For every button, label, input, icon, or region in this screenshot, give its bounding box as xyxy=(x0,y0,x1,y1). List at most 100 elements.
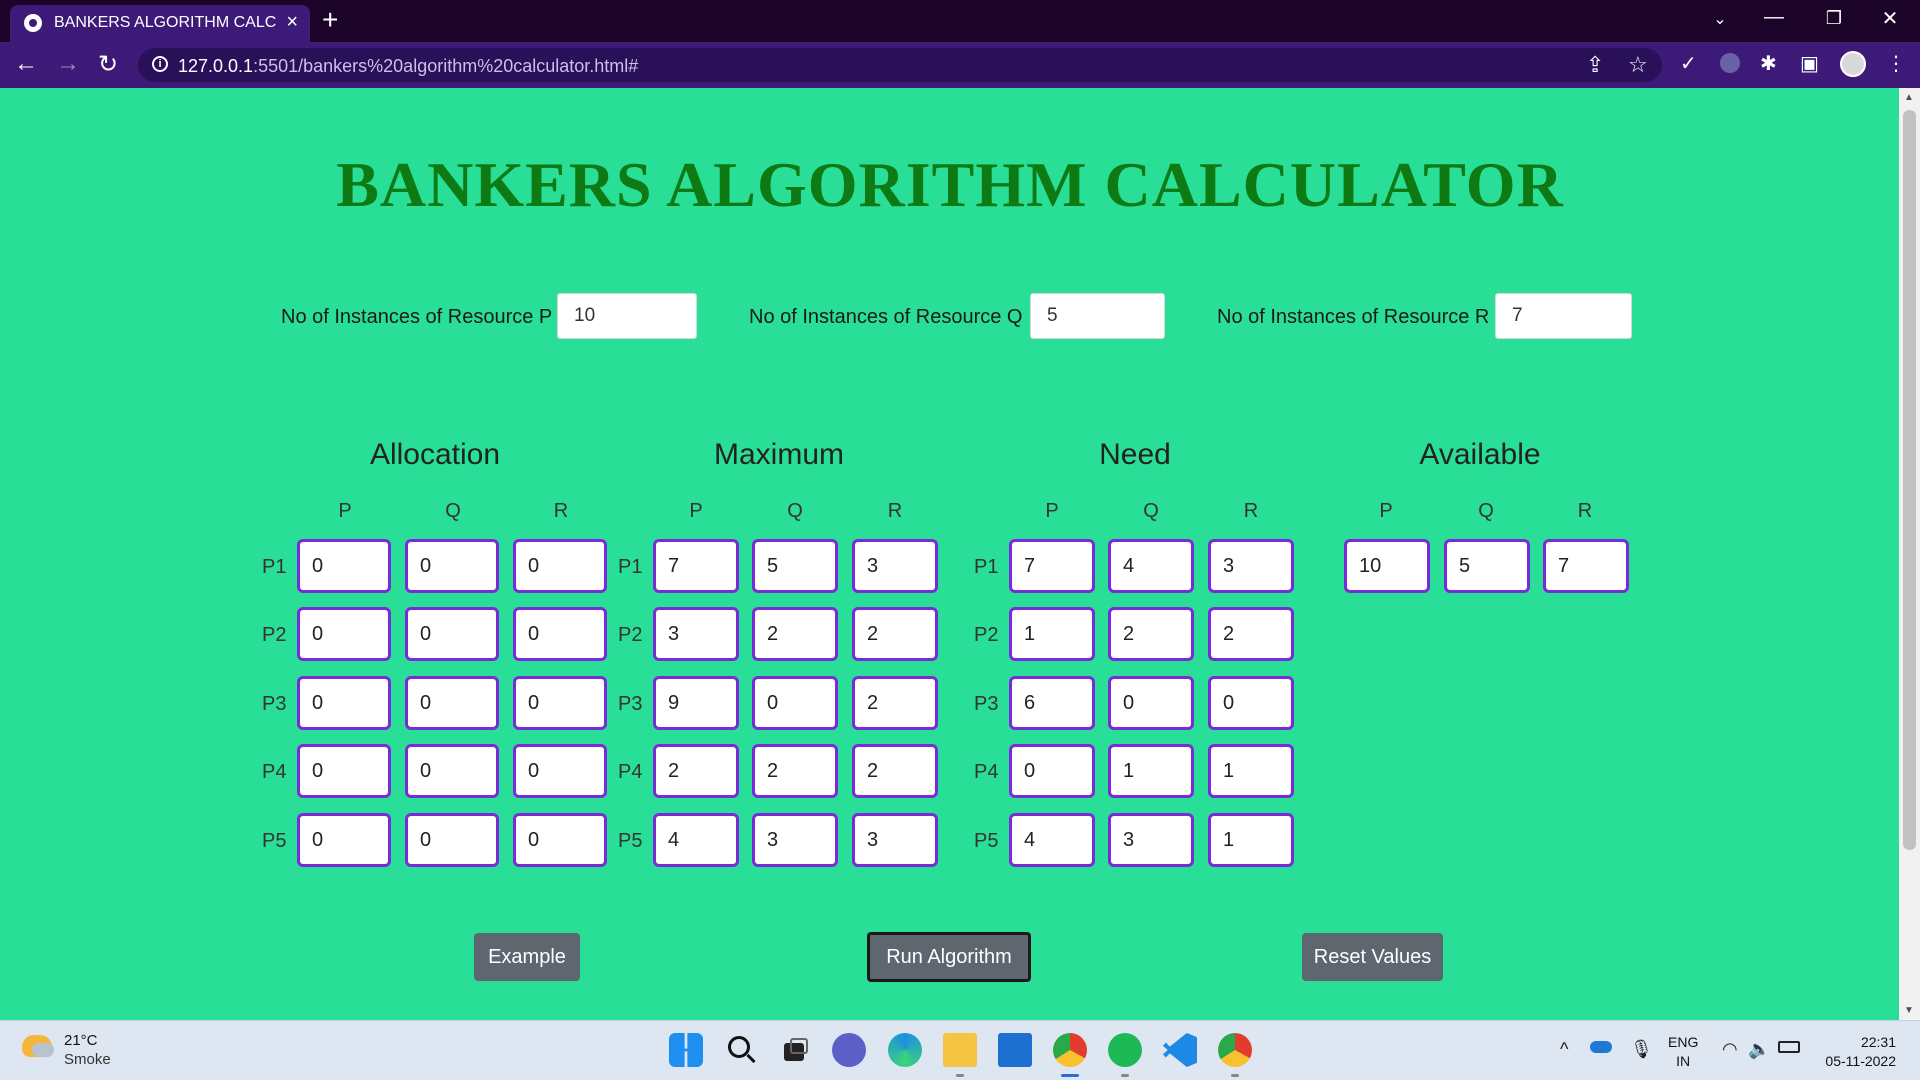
maximum-cell[interactable] xyxy=(653,539,739,593)
maximum-cell[interactable] xyxy=(653,813,739,867)
allocation-cell[interactable] xyxy=(513,813,607,867)
maximum-cell[interactable] xyxy=(752,607,838,661)
side-panel-icon[interactable]: ▣ xyxy=(1800,51,1819,76)
need-cell[interactable] xyxy=(1108,676,1194,730)
back-arrow-icon[interactable]: ← xyxy=(10,50,42,78)
menu-kebab-icon[interactable]: ⋮ xyxy=(1886,51,1906,76)
task-view-icon[interactable] xyxy=(778,1033,812,1067)
allocation-cell[interactable] xyxy=(405,607,499,661)
maximum-cell[interactable] xyxy=(653,676,739,730)
share-icon[interactable]: ⇪ xyxy=(1586,52,1604,78)
cursor-extension-icon[interactable] xyxy=(1720,53,1740,73)
allocation-cell[interactable] xyxy=(297,539,391,593)
resource-q-input[interactable] xyxy=(1030,293,1165,339)
tray-overflow-chevron-icon[interactable]: ^ xyxy=(1560,1039,1568,1060)
scroll-up-icon[interactable]: ▲ xyxy=(1904,92,1914,103)
microphone-icon[interactable]: 🎙 xyxy=(1630,1039,1653,1060)
onedrive-icon[interactable] xyxy=(1590,1041,1612,1053)
allocation-cell[interactable] xyxy=(405,813,499,867)
maximum-cell[interactable] xyxy=(752,539,838,593)
forward-arrow-icon[interactable]: → xyxy=(52,50,84,78)
browser-tab[interactable]: BANKERS ALGORITHM CALCULA × xyxy=(10,5,310,42)
need-cell[interactable] xyxy=(1009,813,1095,867)
run-algorithm-button[interactable]: Run Algorithm xyxy=(867,932,1031,982)
allocation-cell[interactable] xyxy=(297,744,391,798)
resource-p-input[interactable] xyxy=(557,293,697,339)
allocation-cell[interactable] xyxy=(513,539,607,593)
wifi-icon[interactable]: ◠ xyxy=(1722,1039,1738,1060)
need-cell[interactable] xyxy=(1208,539,1294,593)
need-cell[interactable] xyxy=(1208,813,1294,867)
weather-condition[interactable]: Smoke xyxy=(64,1051,111,1068)
allocation-cell[interactable] xyxy=(513,744,607,798)
spotify-icon[interactable] xyxy=(1108,1033,1142,1077)
weather-icon[interactable] xyxy=(22,1035,54,1057)
reset-values-button[interactable]: Reset Values xyxy=(1302,933,1443,981)
edge-browser-icon[interactable] xyxy=(888,1033,922,1067)
allocation-cell[interactable] xyxy=(513,676,607,730)
mail-icon[interactable] xyxy=(998,1033,1032,1067)
restore-icon[interactable]: ❐ xyxy=(1814,8,1854,29)
maximum-cell[interactable] xyxy=(852,607,938,661)
allocation-cell[interactable] xyxy=(297,607,391,661)
maximum-cell[interactable] xyxy=(852,813,938,867)
need-cell[interactable] xyxy=(1009,676,1095,730)
scrollbar-thumb[interactable] xyxy=(1903,110,1916,850)
need-cell[interactable] xyxy=(1009,539,1095,593)
maximum-cell[interactable] xyxy=(852,539,938,593)
windows-start-icon[interactable] xyxy=(669,1033,703,1067)
chrome-secondary-icon[interactable] xyxy=(1218,1033,1252,1077)
tab-close-icon[interactable]: × xyxy=(286,11,298,34)
maximum-cell[interactable] xyxy=(752,744,838,798)
site-info-icon[interactable]: i xyxy=(152,56,168,72)
need-cell[interactable] xyxy=(1108,539,1194,593)
weather-temperature[interactable]: 21°C xyxy=(64,1032,98,1049)
need-cell[interactable] xyxy=(1009,744,1095,798)
available-cell[interactable] xyxy=(1543,539,1629,593)
need-cell[interactable] xyxy=(1108,607,1194,661)
vscode-icon[interactable] xyxy=(1163,1033,1197,1067)
need-cell[interactable] xyxy=(1208,744,1294,798)
maximum-cell[interactable] xyxy=(752,813,838,867)
system-clock[interactable]: 22:31 05-11-2022 xyxy=(1820,1033,1896,1071)
file-explorer-icon[interactable] xyxy=(943,1033,977,1077)
maximum-cell[interactable] xyxy=(852,744,938,798)
maximum-cell[interactable] xyxy=(653,607,739,661)
language-indicator[interactable]: ENG IN xyxy=(1668,1033,1698,1071)
allocation-cell[interactable] xyxy=(405,676,499,730)
page-scrollbar[interactable]: ▲ ▼ xyxy=(1899,88,1920,1020)
available-cell[interactable] xyxy=(1344,539,1430,593)
bookmark-star-icon[interactable]: ☆ xyxy=(1628,52,1648,78)
search-icon[interactable] xyxy=(724,1033,758,1067)
example-button[interactable]: Example xyxy=(474,933,580,981)
allocation-cell[interactable] xyxy=(513,607,607,661)
maximum-cell[interactable] xyxy=(852,676,938,730)
minimize-icon[interactable]: — xyxy=(1754,6,1794,29)
allocation-cell[interactable] xyxy=(297,813,391,867)
checkmark-extension-icon[interactable]: ✓ xyxy=(1680,51,1697,76)
close-window-icon[interactable]: ✕ xyxy=(1870,6,1910,31)
reload-icon[interactable]: ↻ xyxy=(92,50,124,79)
resource-r-input[interactable] xyxy=(1495,293,1632,339)
teams-chat-icon[interactable] xyxy=(832,1033,866,1067)
need-cell[interactable] xyxy=(1009,607,1095,661)
maximum-cell[interactable] xyxy=(653,744,739,798)
extensions-puzzle-icon[interactable]: ✱ xyxy=(1760,51,1777,76)
chrome-icon[interactable] xyxy=(1053,1033,1087,1077)
allocation-cell[interactable] xyxy=(405,539,499,593)
maximum-cell[interactable] xyxy=(752,676,838,730)
need-cell[interactable] xyxy=(1108,813,1194,867)
need-cell[interactable] xyxy=(1108,744,1194,798)
allocation-cell[interactable] xyxy=(405,744,499,798)
address-bar[interactable]: i 127.0.0.1:5501/bankers%20algorithm%20c… xyxy=(138,48,1662,82)
tab-search-chevron-icon[interactable]: ⌄ xyxy=(1700,9,1740,29)
available-cell[interactable] xyxy=(1444,539,1530,593)
need-cell[interactable] xyxy=(1208,676,1294,730)
scroll-down-icon[interactable]: ▼ xyxy=(1904,1005,1914,1016)
need-cell[interactable] xyxy=(1208,607,1294,661)
allocation-cell[interactable] xyxy=(297,676,391,730)
new-tab-icon[interactable]: + xyxy=(322,4,338,36)
profile-avatar[interactable] xyxy=(1840,51,1866,77)
volume-icon[interactable]: 🔈 xyxy=(1748,1039,1770,1060)
battery-icon[interactable] xyxy=(1778,1041,1800,1053)
